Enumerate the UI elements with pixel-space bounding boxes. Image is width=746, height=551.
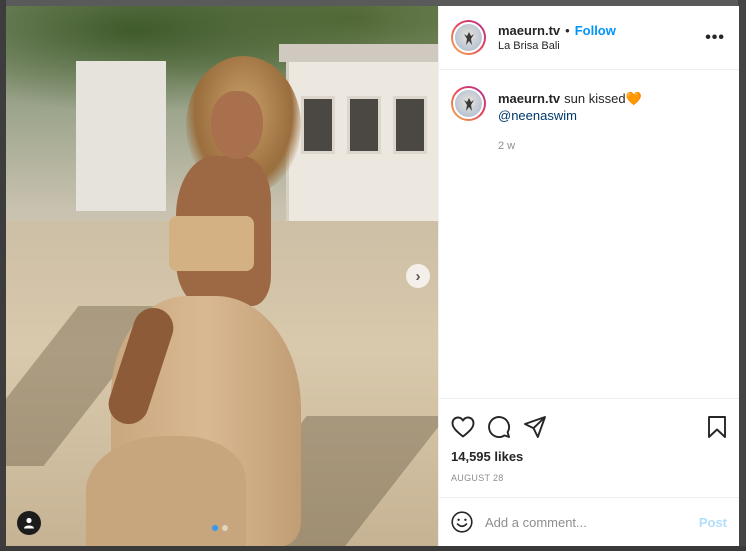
smiley-icon[interactable] xyxy=(451,511,473,533)
user-tag-icon xyxy=(24,517,34,529)
post-header: maeurn.tv • Follow La Brisa Bali ••• xyxy=(439,6,739,70)
share-button[interactable] xyxy=(523,411,555,443)
photo-wall xyxy=(76,61,166,211)
chevron-right-icon: › xyxy=(415,267,421,285)
user-tag-button[interactable] xyxy=(17,511,41,535)
bookmark-icon xyxy=(708,416,726,438)
post-actions: 14,595 likes AUGUST 28 xyxy=(439,398,739,497)
backdrop-edge-right xyxy=(738,0,746,551)
add-comment-bar: Post xyxy=(439,497,739,546)
caption-row: maeurn.tv sun kissed🧡 @neenaswim 2 w xyxy=(451,86,727,155)
photo-house xyxy=(279,44,438,224)
caption: maeurn.tv sun kissed🧡 @neenaswim 2 w xyxy=(498,90,642,155)
carousel-dot xyxy=(222,525,228,531)
likes-count[interactable]: 14,595 likes xyxy=(451,449,727,464)
more-options-icon[interactable]: ••• xyxy=(705,29,725,47)
share-icon xyxy=(524,416,546,438)
username-link[interactable]: maeurn.tv xyxy=(498,23,560,38)
avatar-image xyxy=(453,88,484,119)
post-photo[interactable]: › xyxy=(6,6,438,546)
caption-username-link[interactable]: maeurn.tv xyxy=(498,91,560,106)
post-header-line: maeurn.tv • Follow xyxy=(498,23,705,38)
location-link[interactable]: La Brisa Bali xyxy=(498,40,705,52)
photo-house-roof xyxy=(279,44,438,62)
photo-figure-top xyxy=(169,216,254,271)
post-side-panel: maeurn.tv • Follow La Brisa Bali ••• mae… xyxy=(438,6,739,546)
caption-text: sun kissed xyxy=(564,91,626,106)
avatar-image xyxy=(453,22,484,53)
like-button[interactable] xyxy=(451,411,483,443)
separator-dot: • xyxy=(565,23,570,38)
avatar-figure-icon xyxy=(463,97,474,111)
photo-house-window xyxy=(347,96,381,154)
avatar[interactable] xyxy=(451,20,486,55)
action-icons xyxy=(451,407,727,447)
photo-house-window xyxy=(301,96,335,154)
avatar[interactable] xyxy=(451,86,486,121)
post-date[interactable]: AUGUST 28 xyxy=(451,473,727,483)
photo-house-window xyxy=(393,96,427,154)
avatar-figure-icon xyxy=(463,31,474,45)
comment-icon xyxy=(488,416,510,438)
comment-input[interactable] xyxy=(485,514,699,530)
backdrop-edge-bottom xyxy=(0,546,746,551)
comment-button[interactable] xyxy=(487,411,519,443)
caption-age[interactable]: 2 w xyxy=(498,138,642,155)
comments-area: maeurn.tv sun kissed🧡 @neenaswim 2 w xyxy=(439,70,739,398)
post-comment-button[interactable]: Post xyxy=(699,515,727,530)
follow-button[interactable]: Follow xyxy=(575,23,616,38)
post-header-text: maeurn.tv • Follow La Brisa Bali xyxy=(498,23,705,52)
mention-link[interactable]: @neenaswim xyxy=(498,108,577,123)
photo-figure-face xyxy=(211,91,263,159)
carousel-indicator xyxy=(212,525,228,531)
next-photo-button[interactable]: › xyxy=(406,264,430,288)
heart-icon xyxy=(451,416,475,438)
orange-heart-emoji: 🧡 xyxy=(625,91,642,106)
post-modal: › maeurn.tv • Follow La Brisa Bali ••• m… xyxy=(6,6,739,546)
carousel-dot xyxy=(212,525,218,531)
save-button[interactable] xyxy=(701,411,727,443)
